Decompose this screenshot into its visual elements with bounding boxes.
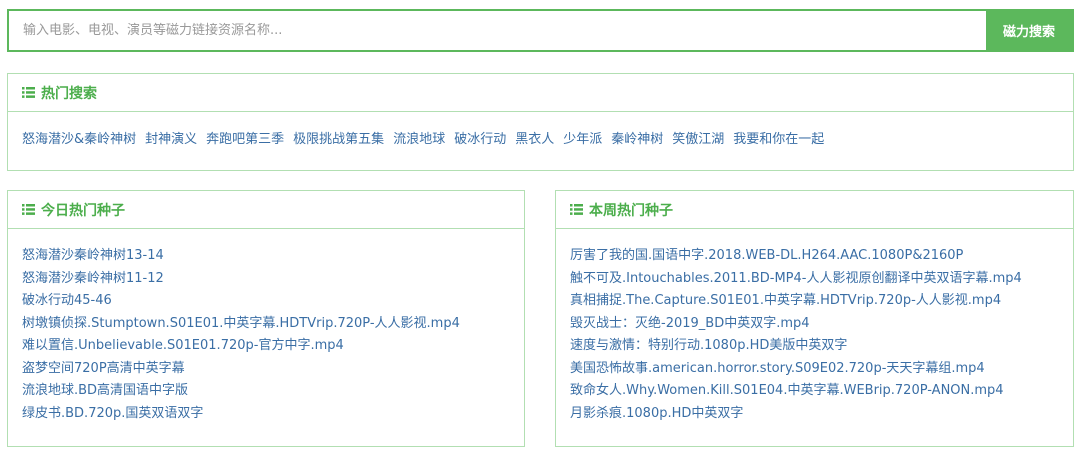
week-seeds-heading: 本周热门种子 <box>556 191 1073 229</box>
list-icon <box>570 204 583 215</box>
hot-search-link[interactable]: 笑傲江湖 <box>672 130 724 150</box>
seed-link[interactable]: 盗梦空间720P高清中英字幕 <box>22 361 185 376</box>
seed-link[interactable]: 怒海潜沙秦岭神树11-12 <box>22 271 164 286</box>
list-item: 真相捕捉.The.Capture.S01E01.中英字幕.HDTVrip.720… <box>570 290 1059 313</box>
hot-search-panel: 热门搜索 怒海潜沙&秦岭神树 封神演义 奔跑吧第三季 极限挑战第五集 流浪地球 … <box>7 73 1074 171</box>
seed-link[interactable]: 触不可及.Intouchables.2011.BD-MP4-人人影视原创翻译中英… <box>570 271 1022 286</box>
page: 磁力搜索 热门搜索 怒海潜沙&秦岭神树 封神演义 奔跑吧第三季 极限挑 <box>0 0 1080 455</box>
list-item: 流浪地球.BD高清国语中字版 <box>22 380 510 403</box>
list-item: 绿皮书.BD.720p.国英双语双字 <box>22 403 510 426</box>
search-bar: 磁力搜索 <box>7 9 1074 52</box>
hot-search-link[interactable]: 怒海潜沙&秦岭神树 <box>22 130 136 150</box>
list-item: 月影杀痕.1080p.HD中英双字 <box>570 403 1059 426</box>
seed-link[interactable]: 真相捕捉.The.Capture.S01E01.中英字幕.HDTVrip.720… <box>570 293 1001 308</box>
list-item: 速度与激情：特别行动.1080p.HD美版中英双字 <box>570 335 1059 358</box>
hot-search-link[interactable]: 极限挑战第五集 <box>293 130 384 150</box>
hot-search-link[interactable]: 奔跑吧第三季 <box>206 130 284 150</box>
seed-link[interactable]: 速度与激情：特别行动.1080p.HD美版中英双字 <box>570 338 847 353</box>
hot-search-link[interactable]: 破冰行动 <box>454 130 506 150</box>
seed-link[interactable]: 绿皮书.BD.720p.国英双语双字 <box>22 406 203 421</box>
seed-link[interactable]: 厉害了我的国.国语中字.2018.WEB-DL.H264.AAC.1080P&2… <box>570 248 963 263</box>
seed-link[interactable]: 毁灭战士：灭绝-2019_BD中英双字.mp4 <box>570 316 810 331</box>
seed-link[interactable]: 致命女人.Why.Women.Kill.S01E04.中英字幕.WEBrip.7… <box>570 383 1004 398</box>
list-item: 毁灭战士：灭绝-2019_BD中英双字.mp4 <box>570 313 1059 336</box>
today-seeds-title: 今日热门种子 <box>41 202 125 219</box>
hot-search-link[interactable]: 我要和你在一起 <box>733 130 824 150</box>
week-seeds-list: 厉害了我的国.国语中字.2018.WEB-DL.H264.AAC.1080P&2… <box>570 241 1059 425</box>
list-item: 树墩镇侦探.Stumptown.S01E01.中英字幕.HDTVrip.720P… <box>22 313 510 336</box>
hot-search-link[interactable]: 封神演义 <box>145 130 197 150</box>
seed-link[interactable]: 难以置信.Unbelievable.S01E01.720p-官方中字.mp4 <box>22 338 344 353</box>
today-seeds-heading: 今日热门种子 <box>8 191 524 229</box>
hot-search-link[interactable]: 黑衣人 <box>515 130 554 150</box>
hot-search-links: 怒海潜沙&秦岭神树 封神演义 奔跑吧第三季 极限挑战第五集 流浪地球 破冰行动 … <box>22 124 1059 150</box>
hot-search-link[interactable]: 少年派 <box>563 130 602 150</box>
seed-link[interactable]: 怒海潜沙秦岭神树13-14 <box>22 248 164 263</box>
seed-link[interactable]: 月影杀痕.1080p.HD中英双字 <box>570 406 743 421</box>
list-item: 美国恐怖故事.american.horror.story.S09E02.720p… <box>570 358 1059 381</box>
list-icon <box>22 204 35 215</box>
list-item: 怒海潜沙秦岭神树13-14 <box>22 245 510 268</box>
list-item: 致命女人.Why.Women.Kill.S01E04.中英字幕.WEBrip.7… <box>570 380 1059 403</box>
hot-search-title: 热门搜索 <box>41 85 97 102</box>
week-seeds-title: 本周热门种子 <box>589 202 673 219</box>
today-seeds-panel: 今日热门种子 怒海潜沙秦岭神树13-14 怒海潜沙秦岭神树11-12 破冰行动4… <box>7 190 525 447</box>
list-item: 触不可及.Intouchables.2011.BD-MP4-人人影视原创翻译中英… <box>570 268 1059 291</box>
hot-search-heading: 热门搜索 <box>8 74 1073 112</box>
seed-link[interactable]: 美国恐怖故事.american.horror.story.S09E02.720p… <box>570 361 985 376</box>
week-seeds-panel: 本周热门种子 厉害了我的国.国语中字.2018.WEB-DL.H264.AAC.… <box>555 190 1074 447</box>
list-item: 盗梦空间720P高清中英字幕 <box>22 358 510 381</box>
search-input[interactable] <box>9 11 986 50</box>
list-item: 破冰行动45-46 <box>22 290 510 313</box>
today-seeds-list: 怒海潜沙秦岭神树13-14 怒海潜沙秦岭神树11-12 破冰行动45-46 树墩… <box>22 241 510 425</box>
seed-link[interactable]: 流浪地球.BD高清国语中字版 <box>22 383 188 398</box>
hot-search-link[interactable]: 秦岭神树 <box>611 130 663 150</box>
search-button[interactable]: 磁力搜索 <box>986 11 1072 50</box>
seed-link[interactable]: 树墩镇侦探.Stumptown.S01E01.中英字幕.HDTVrip.720P… <box>22 316 460 331</box>
list-item: 厉害了我的国.国语中字.2018.WEB-DL.H264.AAC.1080P&2… <box>570 245 1059 268</box>
hot-search-link[interactable]: 流浪地球 <box>393 130 445 150</box>
seed-link[interactable]: 破冰行动45-46 <box>22 293 112 308</box>
list-item: 怒海潜沙秦岭神树11-12 <box>22 268 510 291</box>
list-item: 难以置信.Unbelievable.S01E01.720p-官方中字.mp4 <box>22 335 510 358</box>
list-icon <box>22 87 35 98</box>
